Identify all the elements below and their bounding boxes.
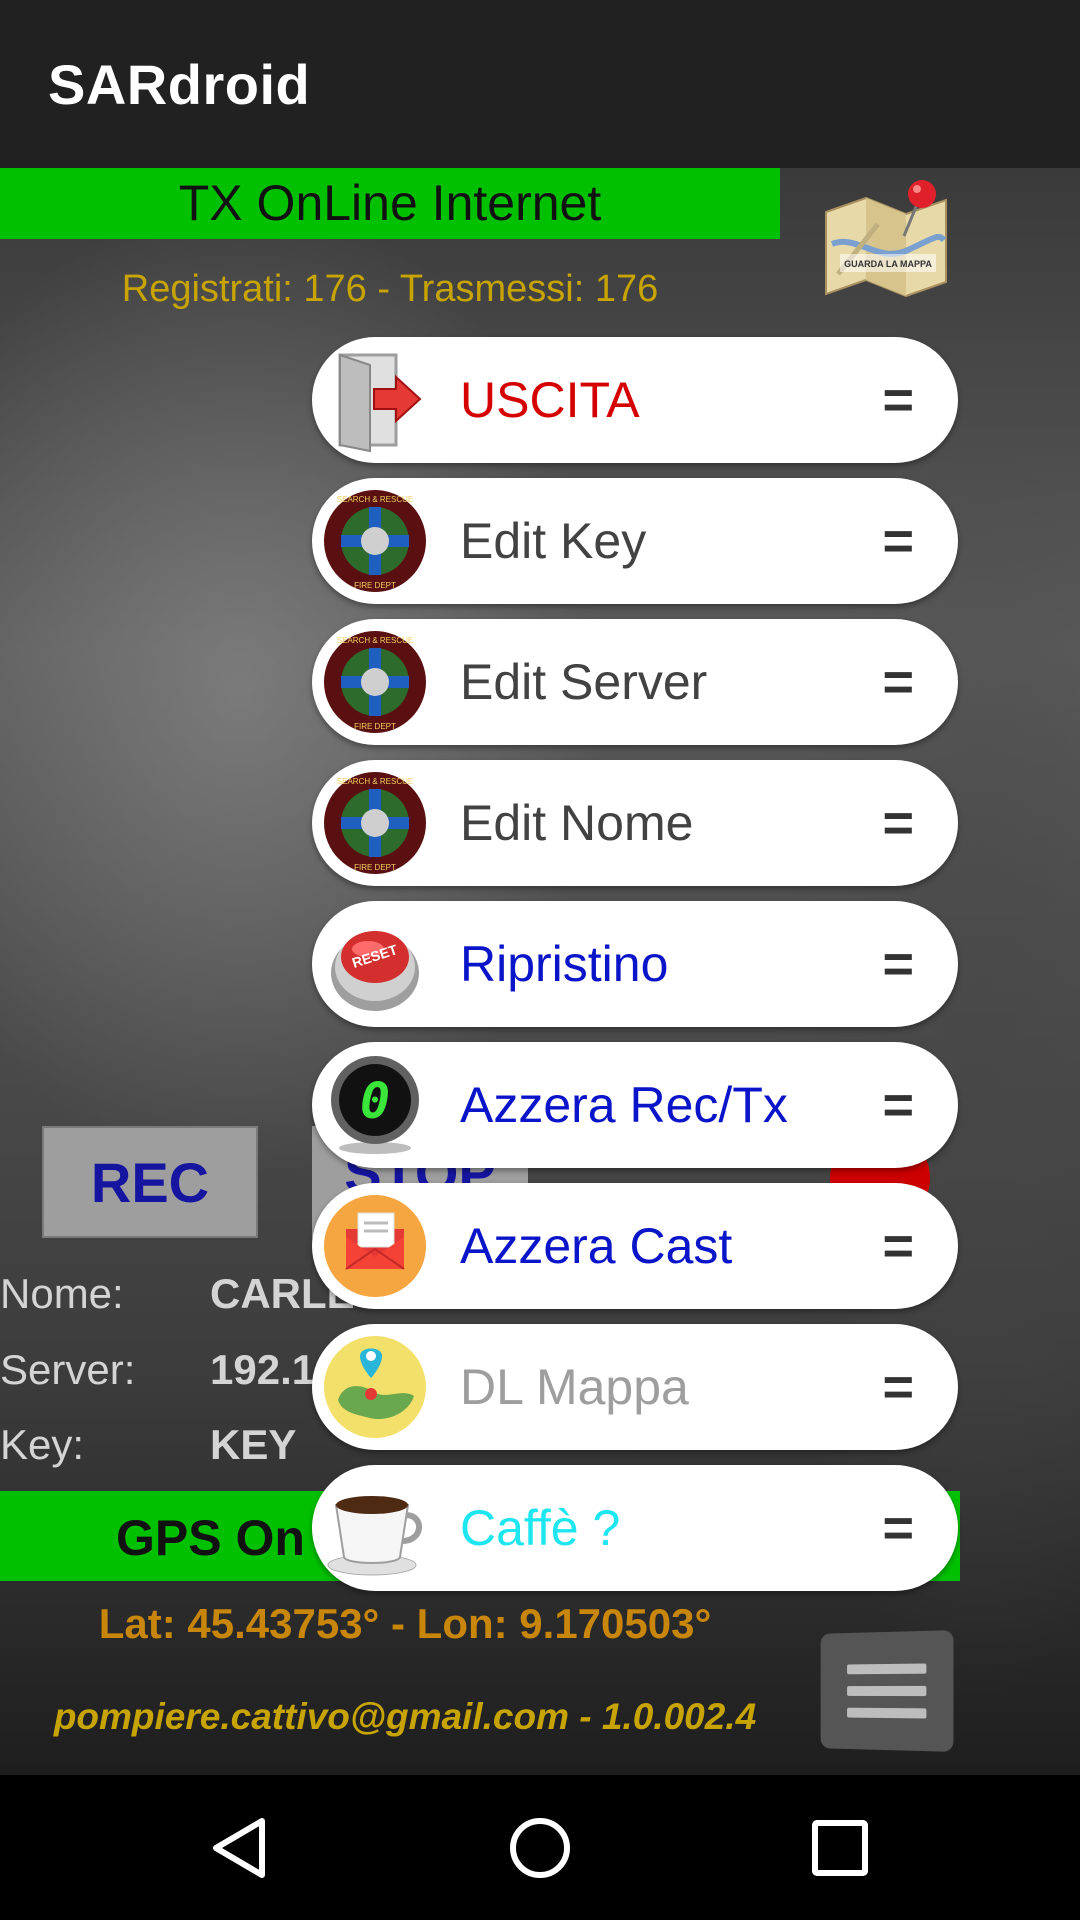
menu-label: Edit Key — [460, 513, 647, 569]
rec-button[interactable]: REC — [42, 1126, 258, 1238]
server-label: Server: — [0, 1346, 136, 1393]
map-pin-icon — [324, 1336, 426, 1438]
app-bar: SARdroid — [0, 0, 1080, 168]
search-rescue-badge-icon: SEARCH & RESCUE FIRE DEPT — [324, 490, 426, 592]
app-title: SARdroid — [48, 53, 311, 116]
menu-label: Azzera Cast — [460, 1218, 733, 1274]
drag-handle-icon[interactable]: = — [882, 478, 914, 604]
menu-label: DL Mappa — [460, 1359, 689, 1415]
drag-handle-icon[interactable]: = — [882, 760, 914, 886]
menu-bar-icon — [847, 1707, 927, 1719]
menu-label: Edit Server — [460, 654, 708, 710]
menu-bar-icon — [847, 1663, 927, 1675]
map-icon-caption: GUARDA LA MAPPA — [844, 259, 932, 269]
drag-handle-icon[interactable]: = — [882, 1042, 914, 1168]
tx-status-banner: TX OnLine Internet — [0, 168, 780, 239]
svg-text:FIRE DEPT: FIRE DEPT — [354, 722, 396, 731]
gps-coordinates: Lat: 45.43753° - Lon: 9.170503° — [98, 1600, 712, 1647]
mail-icon — [324, 1195, 426, 1297]
home-nav-button[interactable] — [495, 1803, 585, 1893]
menu-item-edit-key[interactable]: SEARCH & RESCUE FIRE DEPT Edit Key = — [312, 478, 958, 604]
svg-text:FIRE DEPT: FIRE DEPT — [354, 863, 396, 872]
menu-item-caffe[interactable]: Caffè ? = — [312, 1465, 958, 1591]
drag-handle-icon[interactable]: = — [882, 1324, 914, 1450]
svg-text:SEARCH & RESCUE: SEARCH & RESCUE — [337, 495, 413, 504]
menu-item-azzera-cast[interactable]: Azzera Cast = — [312, 1183, 958, 1309]
svg-text:SEARCH & RESCUE: SEARCH & RESCUE — [337, 777, 413, 786]
back-nav-button[interactable] — [196, 1803, 286, 1893]
drag-handle-icon[interactable]: = — [882, 619, 914, 745]
folded-map-icon: GUARDA LA MAPPA — [825, 180, 947, 298]
view-map-button[interactable]: GUARDA LA MAPPA — [818, 174, 954, 304]
search-rescue-badge-icon: SEARCH & RESCUE FIRE DEPT — [324, 772, 426, 874]
key-value: KEY — [210, 1421, 297, 1468]
menu-label: Ripristino — [460, 936, 669, 992]
menu-label: USCITA — [460, 372, 640, 428]
menu-bar-icon — [847, 1685, 927, 1697]
key-label: Key: — [0, 1421, 85, 1468]
menu-item-edit-nome[interactable]: SEARCH & RESCUE FIRE DEPT Edit Nome = — [312, 760, 958, 886]
tx-status-label: TX OnLine Internet — [178, 175, 602, 231]
exit-door-icon — [338, 353, 422, 453]
coffee-cup-icon — [327, 1496, 422, 1576]
menu-label: Azzera Rec/Tx — [460, 1077, 788, 1133]
menu-item-dl-mappa[interactable]: DL Mappa = — [312, 1324, 958, 1450]
drag-handle-icon[interactable]: = — [882, 337, 914, 463]
menu-label: Edit Nome — [460, 795, 694, 851]
menu-toggle-button[interactable] — [820, 1630, 954, 1752]
svg-text:FIRE DEPT: FIRE DEPT — [354, 581, 396, 590]
system-nav-bar — [0, 1775, 1080, 1920]
author-email-version: pompiere.cattivo@gmail.com - 1.0.002.4 — [53, 1696, 757, 1737]
menu-item-azzera-rec-tx[interactable]: 0 Azzera Rec/Tx = — [312, 1042, 958, 1168]
zero-counter-icon: 0 — [331, 1056, 419, 1154]
reset-button-icon: RESET — [331, 931, 419, 1011]
search-rescue-badge-icon: SEARCH & RESCUE FIRE DEPT — [324, 631, 426, 733]
menu-label: Caffè ? — [460, 1500, 621, 1556]
drag-handle-icon[interactable]: = — [882, 1183, 914, 1309]
menu-item-ripristino[interactable]: RESET Ripristino = — [312, 901, 958, 1027]
menu-item-uscita[interactable]: USCITA = — [312, 337, 958, 463]
drag-handle-icon[interactable]: = — [882, 1465, 914, 1591]
nome-label: Nome: — [0, 1270, 124, 1317]
record-counts: Registrati: 176 - Trasmessi: 176 — [121, 268, 659, 310]
gps-status-label: GPS On — [116, 1510, 305, 1566]
server-value: 192.1 — [210, 1346, 316, 1393]
menu-item-edit-server[interactable]: SEARCH & RESCUE FIRE DEPT Edit Server = — [312, 619, 958, 745]
recents-nav-button[interactable] — [795, 1803, 885, 1893]
drag-handle-icon[interactable]: = — [882, 901, 914, 1027]
svg-text:SEARCH & RESCUE: SEARCH & RESCUE — [337, 636, 413, 645]
svg-text:0: 0 — [360, 1072, 390, 1130]
